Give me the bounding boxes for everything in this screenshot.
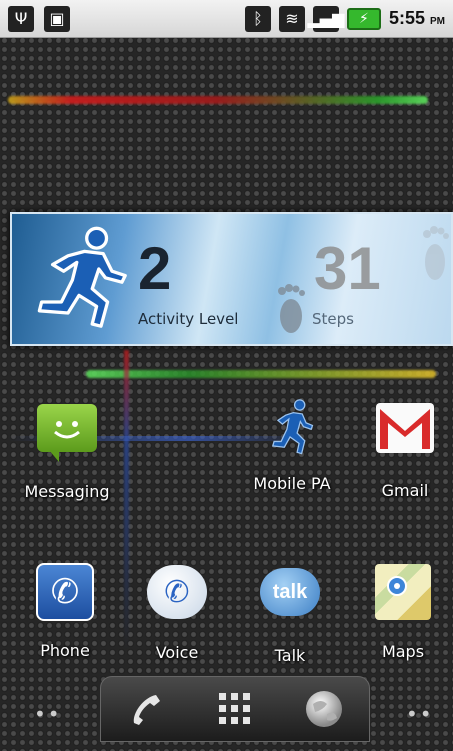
steps-value: 31 — [314, 235, 381, 302]
battery-icon: ⚡ — [346, 7, 381, 30]
app-label: Maps — [381, 642, 425, 661]
activity-level-label: Activity Level — [138, 310, 239, 328]
wallpaper-light-streak — [8, 96, 428, 104]
voice-icon: ✆ — [147, 565, 207, 619]
app-grid-icon — [218, 693, 250, 724]
usb-icon: Ψ — [8, 5, 34, 32]
sd-card-icon: ▣ — [44, 5, 70, 32]
bluetooth-icon: ᛒ — [244, 5, 271, 32]
dialer-button[interactable] — [120, 683, 172, 735]
app-drawer-button[interactable] — [209, 683, 261, 735]
app-talk[interactable]: talk Talk — [235, 560, 345, 665]
footprint-icon — [423, 226, 449, 280]
app-mobile-pa[interactable]: Mobile PA — [237, 396, 347, 493]
wallpaper-light-streak — [86, 370, 436, 378]
left-screen-indicator[interactable]: •• — [34, 702, 62, 726]
app-label: Messaging — [24, 482, 110, 501]
app-label: Voice — [155, 643, 199, 662]
messaging-icon — [37, 404, 97, 462]
footprint-icon — [278, 284, 305, 333]
browser-button[interactable] — [298, 683, 350, 735]
right-screen-indicator[interactable]: •• — [406, 702, 434, 726]
runner-icon — [271, 399, 314, 455]
dock — [100, 676, 370, 742]
status-bar: Ψ ▣ ᛒ ≋ ▂▄▆ ⚡ 5:55 PM — [0, 0, 453, 38]
app-gmail[interactable]: Gmail — [350, 396, 453, 500]
signal-icon: ▂▄▆ — [308, 5, 344, 32]
clock: 5:55 PM — [388, 8, 445, 28]
app-messaging[interactable]: Messaging — [12, 396, 122, 501]
app-label: Gmail — [381, 481, 429, 500]
activity-widget[interactable]: 2 Activity Level 31 Steps — [10, 212, 453, 346]
steps-label: Steps — [312, 310, 354, 328]
activity-level-value: 2 — [138, 235, 172, 302]
app-label: Phone — [40, 641, 90, 660]
wifi-icon: ≋ — [278, 5, 305, 32]
talk-icon: talk — [260, 568, 320, 616]
app-label: Mobile PA — [253, 474, 331, 493]
app-label: Talk — [274, 646, 306, 665]
app-maps[interactable]: Maps — [348, 560, 453, 661]
runner-icon — [37, 226, 127, 328]
globe-icon — [306, 691, 343, 727]
phone-icon: ✆ — [36, 563, 94, 621]
home-screen: Ψ ▣ ᛒ ≋ ▂▄▆ ⚡ 5:55 PM 2 Activity Level 3… — [0, 0, 453, 751]
gmail-icon — [376, 403, 434, 453]
maps-icon — [375, 564, 431, 620]
app-phone[interactable]: ✆ Phone — [10, 560, 120, 660]
app-voice[interactable]: ✆ Voice — [122, 560, 232, 662]
phone-handset-icon — [133, 695, 160, 725]
